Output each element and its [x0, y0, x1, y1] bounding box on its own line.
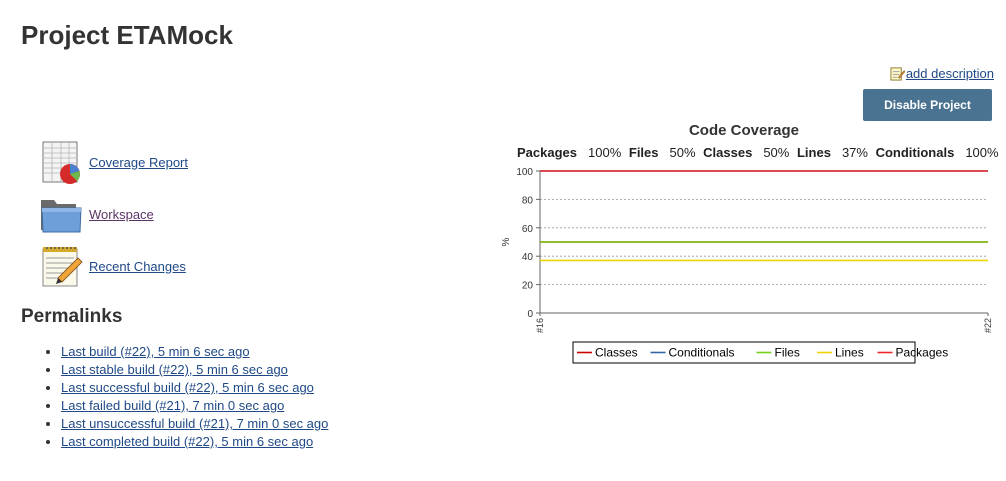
add-description-link[interactable]: add description — [906, 66, 994, 81]
folder-icon — [41, 200, 82, 233]
coverage-report-icon — [42, 141, 80, 184]
task-recent-changes[interactable]: Recent Changes — [40, 244, 186, 288]
legend-label: Files — [775, 346, 800, 360]
y-tick-label: 60 — [522, 224, 534, 235]
page-title: Project ETAMock — [21, 20, 233, 50]
x-tick-label: #16 — [535, 318, 545, 333]
legend-label: Conditionals — [669, 346, 735, 360]
y-tick-label: 0 — [527, 309, 533, 320]
edit-note-icon[interactable] — [890, 66, 905, 81]
legend-label: Packages — [896, 346, 949, 360]
task-label[interactable]: Workspace — [89, 207, 154, 222]
list-item: Last failed build (#21), 7 min 0 sec ago — [61, 397, 328, 415]
y-tick-label: 100 — [516, 167, 533, 178]
permalink-last-build[interactable]: Last build (#22), 5 min 6 sec ago — [61, 344, 250, 359]
add-description-link-wrapper[interactable]: add description — [890, 66, 994, 81]
permalinks-heading: Permalinks — [21, 306, 123, 327]
x-tick-label: #22 — [983, 318, 993, 333]
list-item: Last successful build (#22), 5 min 6 sec… — [61, 379, 328, 397]
permalink-last-completed-build[interactable]: Last completed build (#22), 5 min 6 sec … — [61, 434, 313, 449]
permalink-last-unsuccessful-build[interactable]: Last unsuccessful build (#21), 7 min 0 s… — [61, 416, 328, 431]
legend-label: Classes — [595, 346, 638, 360]
list-item: Last stable build (#22), 5 min 6 sec ago — [61, 361, 328, 379]
task-label[interactable]: Recent Changes — [89, 259, 186, 274]
notepad-icon — [42, 247, 83, 287]
y-axis-label: % — [501, 237, 512, 246]
list-item: Last unsuccessful build (#21), 7 min 0 s… — [61, 415, 328, 433]
list-item: Last completed build (#22), 5 min 6 sec … — [61, 433, 328, 451]
permalink-last-failed-build[interactable]: Last failed build (#21), 7 min 0 sec ago — [61, 398, 284, 413]
task-workspace[interactable]: Workspace — [40, 192, 154, 236]
y-tick-label: 40 — [522, 252, 534, 263]
permalinks-list: Last build (#22), 5 min 6 sec ago Last s… — [43, 343, 328, 451]
permalink-last-successful-build[interactable]: Last successful build (#22), 5 min 6 sec… — [61, 380, 314, 395]
disable-project-button[interactable]: Disable Project — [863, 89, 992, 121]
legend-label: Lines — [835, 346, 864, 360]
task-coverage-report[interactable]: Coverage Report — [40, 140, 188, 184]
list-item: Last build (#22), 5 min 6 sec ago — [61, 343, 328, 361]
y-tick-label: 20 — [522, 281, 534, 292]
coverage-chart: 0 20 40 60 80 100% #16 #22 Classes Conditionals Fi… — [501, 167, 993, 364]
y-tick-label: 80 — [522, 195, 534, 206]
task-label[interactable]: Coverage Report — [89, 155, 188, 170]
permalink-last-stable-build[interactable]: Last stable build (#22), 5 min 6 sec ago — [61, 362, 288, 377]
